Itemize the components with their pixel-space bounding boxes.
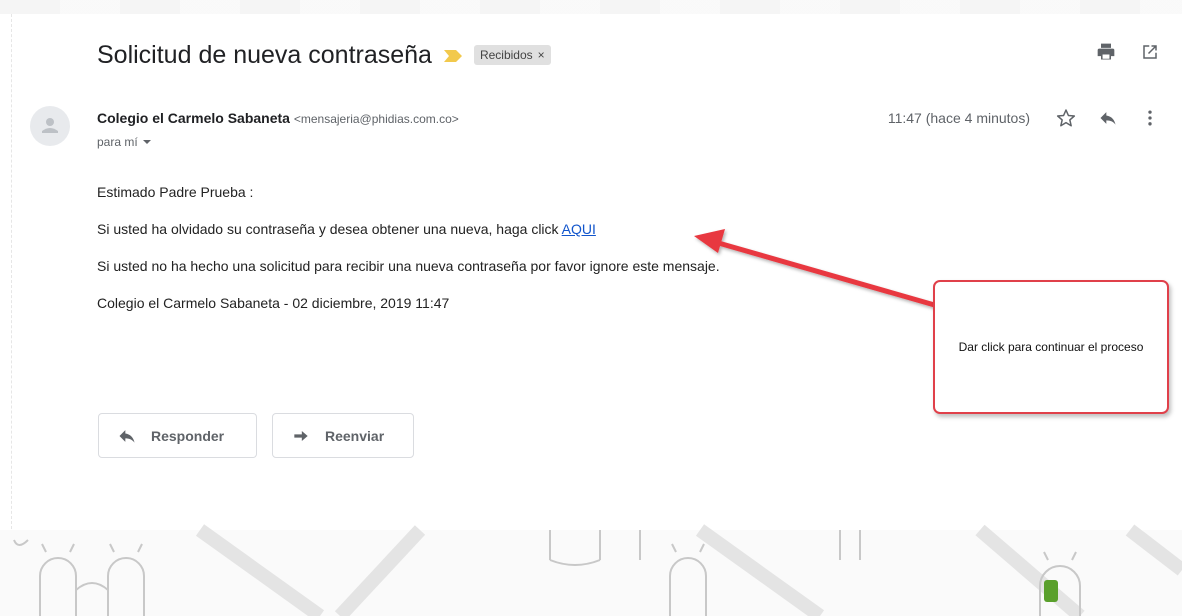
annotation-callout: Dar click para continuar el proceso bbox=[933, 280, 1169, 414]
callout-text: Dar click para continuar el proceso bbox=[958, 340, 1144, 354]
email-view: Solicitud de nueva contraseña Recibidos … bbox=[0, 0, 1182, 616]
background-pattern bbox=[0, 524, 1182, 616]
